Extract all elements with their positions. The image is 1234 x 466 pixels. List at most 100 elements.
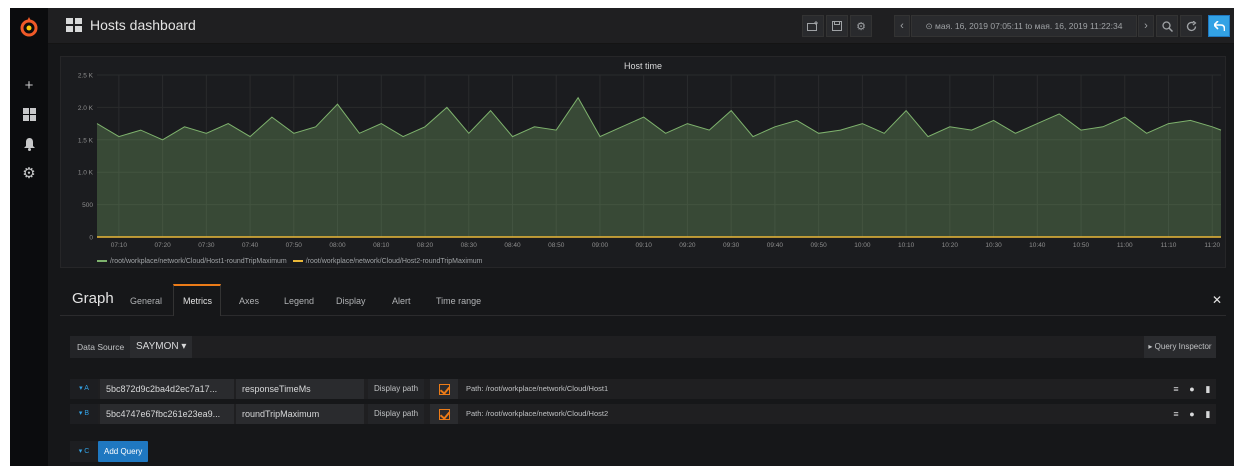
add-panel-button[interactable] — [802, 15, 824, 37]
x-tick-label: 10:50 — [1073, 242, 1090, 249]
x-tick-label: 09:00 — [592, 242, 609, 249]
query-letter-toggle: ▾ C — [70, 441, 98, 462]
host-time-chart[interactable]: 0 500 1.0 K 1.5 K 2.0 K 2.5 K 07:10 07:20 07:30 0… — [61, 57, 1227, 269]
x-tick-label: 09:40 — [767, 242, 784, 249]
checkbox-checked-icon — [438, 383, 450, 395]
x-tick-label: 11:10 — [1161, 242, 1177, 249]
panel-editor-header: Graph General Metrics Axes Legend Displa… — [60, 284, 1226, 316]
x-tick-label: 10:40 — [1029, 242, 1046, 249]
x-tick-label: 09:20 — [679, 242, 696, 249]
tab-time-range[interactable]: Time range — [434, 296, 483, 306]
y-tick-label: 2.5 K — [78, 73, 94, 80]
graph-panel: Host time 0 500 1.0 K 1.5 K 2.0 K 2.5 K 07:10 0… — [60, 56, 1226, 268]
x-tick-label: 07:20 — [154, 242, 171, 249]
x-tick-label: 09:10 — [636, 242, 653, 249]
x-tick-label: 10:00 — [854, 242, 871, 249]
query-object-id-field[interactable]: 5bc4747e67fbc261e23ea9... — [100, 404, 234, 424]
x-tick-label: 08:30 — [461, 242, 478, 249]
query-letter-toggle[interactable]: ▾ B — [70, 404, 98, 424]
y-tick-label: 2.0 K — [78, 105, 94, 112]
series-area-host1 — [97, 97, 1221, 237]
query-menu-icon[interactable]: ≡ — [1168, 379, 1184, 399]
toggle-visibility-eye-icon[interactable]: ● — [1184, 379, 1200, 399]
legend-item[interactable]: /root/workplace/network/Cloud/Host1-roun… — [97, 258, 287, 265]
legend-label: /root/workplace/network/Cloud/Host1-roun… — [110, 258, 287, 265]
grafana-logo[interactable] — [19, 16, 39, 38]
query-object-id-field[interactable]: 5bc872d9c2ba4d2ec7a17... — [100, 379, 234, 399]
y-tick-label: 500 — [82, 202, 93, 209]
alert-bell-icon[interactable] — [20, 135, 38, 153]
grafana-app: + ⚙ Hosts dashboard ⚙ ‹ ⊙ мая. 16, 2019 … — [10, 8, 1234, 466]
side-menu: + ⚙ — [10, 8, 48, 466]
close-editor-icon[interactable]: ✕ — [1212, 293, 1222, 307]
display-path-checkbox[interactable] — [430, 404, 458, 424]
x-tick-label: 11:00 — [1117, 242, 1133, 249]
query-row: ▾ B 5bc4747e67fbc261e23ea9... roundTripM… — [70, 404, 1216, 424]
x-tick-label: 08:40 — [504, 242, 521, 249]
time-shift-back-button[interactable]: ‹ — [894, 15, 910, 37]
x-tick-label: 08:20 — [417, 242, 434, 249]
gear-icon[interactable]: ⚙ — [20, 164, 38, 182]
dashboard-title-button[interactable]: Hosts dashboard — [66, 17, 196, 33]
datasource-label: Data Source — [70, 336, 132, 358]
back-to-dashboard-button[interactable] — [1208, 15, 1230, 37]
query-inspector-button[interactable]: ▸ Query Inspector — [1144, 336, 1216, 358]
settings-gear-icon[interactable]: ⚙ — [850, 15, 872, 37]
query-actions: ≡ ● ▮ — [1168, 404, 1216, 424]
x-tick-label: 10:30 — [985, 242, 1002, 249]
legend-swatch — [97, 260, 107, 263]
plus-icon[interactable]: + — [20, 76, 38, 94]
display-path-label: Display path — [368, 404, 425, 424]
legend-item[interactable]: /root/workplace/network/Cloud/Host2-roun… — [292, 258, 483, 265]
x-tick-label: 10:20 — [942, 242, 959, 249]
y-tick-label: 1.5 K — [78, 137, 94, 144]
checkbox-checked-icon — [438, 408, 450, 420]
x-tick-label: 09:30 — [723, 242, 740, 249]
datasource-row: Data Source SAYMON ▾ ▸ Query Inspector — [70, 336, 1216, 358]
query-menu-icon[interactable]: ≡ — [1168, 404, 1184, 424]
tab-metrics[interactable]: Metrics — [181, 296, 214, 306]
legend-swatch — [292, 260, 303, 263]
display-path-checkbox[interactable] — [430, 379, 458, 399]
chart-legend: /root/workplace/network/Cloud/Host1-roun… — [97, 258, 483, 265]
x-tick-label: 11:20 — [1204, 242, 1220, 249]
x-tick-label: 07:10 — [111, 242, 128, 249]
tab-alert[interactable]: Alert — [390, 296, 413, 306]
toggle-visibility-eye-icon[interactable]: ● — [1184, 404, 1200, 424]
add-query-button[interactable]: Add Query — [98, 441, 149, 462]
delete-trash-icon[interactable]: ▮ — [1200, 404, 1216, 424]
x-tick-label: 07:30 — [198, 242, 215, 249]
y-tick-label: 0 — [89, 235, 93, 242]
dashboard-title: Hosts dashboard — [90, 17, 196, 33]
query-path-text: Path: /root/workplace/network/Cloud/Host… — [466, 409, 609, 418]
delete-trash-icon[interactable]: ▮ — [1200, 379, 1216, 399]
time-shift-forward-button[interactable]: › — [1138, 15, 1154, 37]
x-tick-label: 08:50 — [548, 242, 565, 249]
legend-label: /root/workplace/network/Cloud/Host2-roun… — [305, 258, 483, 265]
tab-general[interactable]: General — [128, 296, 164, 306]
x-tick-label: 08:10 — [373, 242, 390, 249]
tab-display[interactable]: Display — [334, 296, 368, 306]
query-letter-toggle[interactable]: ▾ A — [70, 379, 98, 399]
query-row: ▾ A 5bc872d9c2ba4d2ec7a17... responseTim… — [70, 379, 1216, 399]
query-metric-field[interactable]: roundTripMaximum — [236, 404, 364, 424]
save-dashboard-button[interactable] — [826, 15, 848, 37]
dashboards-icon[interactable] — [20, 105, 38, 123]
x-tick-label: 07:50 — [286, 242, 303, 249]
zoom-out-icon[interactable] — [1156, 15, 1178, 37]
query-path-text: Path: /root/workplace/network/Cloud/Host… — [466, 384, 609, 393]
refresh-icon[interactable] — [1180, 15, 1202, 37]
x-tick-label: 08:00 — [329, 242, 346, 249]
time-range-picker[interactable]: ⊙ мая. 16, 2019 07:05:11 to мая. 16, 201… — [911, 15, 1137, 37]
x-tick-label: 07:40 — [242, 242, 259, 249]
query-metric-field[interactable]: responseTimeMs — [236, 379, 364, 399]
navbar: Hosts dashboard ⚙ ‹ ⊙ мая. 16, 2019 07:0… — [48, 8, 1234, 44]
datasource-select[interactable]: SAYMON ▾ — [130, 336, 193, 358]
tab-legend[interactable]: Legend — [282, 296, 316, 306]
x-tick-label: 09:50 — [810, 242, 827, 249]
x-tick-label: 10:10 — [898, 242, 915, 249]
query-actions: ≡ ● ▮ — [1168, 379, 1216, 399]
y-tick-label: 1.0 K — [78, 170, 94, 177]
tab-axes[interactable]: Axes — [237, 296, 261, 306]
display-path-label: Display path — [368, 379, 425, 399]
